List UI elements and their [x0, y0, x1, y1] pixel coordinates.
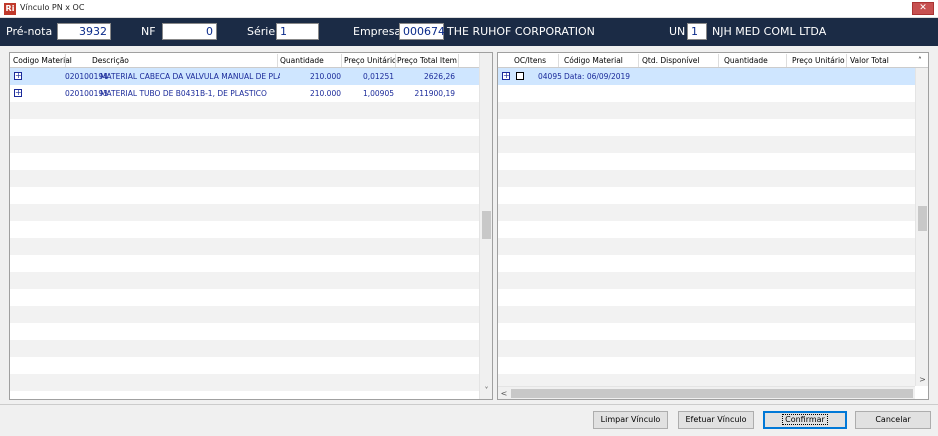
col-valor-total[interactable]: Valor Total: [850, 56, 889, 65]
prenota-label: Pré-nota: [6, 25, 53, 38]
right-grid-header: OC/Itens Código Material Qtd. Disponível…: [498, 53, 928, 68]
confirmar-button[interactable]: Confirmar: [763, 411, 847, 429]
empresa-code-field[interactable]: 000674: [399, 23, 445, 40]
table-row[interactable]: + 020100193 MATERIAL TUBO DE B0431B-1, D…: [10, 85, 479, 102]
header-bar: Pré-nota 3932 NF 0 Série 1 Empresa 00067…: [0, 18, 938, 46]
col-qtd-disponivel[interactable]: Qtd. Disponível: [642, 56, 699, 65]
left-grid-header: Codigo Material Descrição Quantidade Pre…: [10, 53, 492, 68]
row-quantity: 210.000: [309, 89, 341, 98]
expand-icon[interactable]: +: [14, 72, 22, 80]
col-preco-total[interactable]: Preço Total Item: [397, 56, 457, 65]
window-title: Vínculo PN x OC: [20, 3, 85, 12]
col-preco-unitario[interactable]: Preço Unitário: [344, 56, 397, 65]
row-quantity: 210.000: [309, 72, 341, 81]
row-date: Data: 06/09/2019: [564, 72, 631, 81]
row-description: MATERIAL TUBO DE B0431B-1, DE PLASTICO: [100, 89, 267, 98]
expand-icon[interactable]: +: [14, 89, 22, 97]
right-scroll-thumb[interactable]: [918, 206, 927, 231]
confirmar-label: Confirmar: [782, 414, 828, 425]
col-preco-unitario[interactable]: Preço Unitário: [792, 56, 845, 65]
left-vertical-scrollbar[interactable]: ˅: [479, 53, 492, 399]
un-label: UN: [669, 25, 686, 38]
expand-icon[interactable]: +: [502, 72, 510, 80]
right-horizontal-scrollbar[interactable]: <: [498, 386, 915, 399]
col-codigo-material[interactable]: Codigo Material: [13, 56, 72, 65]
left-grid[interactable]: Codigo Material Descrição Quantidade Pre…: [9, 52, 493, 400]
app-icon: Ri: [4, 3, 16, 15]
un-name: NJH MED COML LTDA: [712, 25, 827, 38]
limpar-vinculo-button[interactable]: Limpar Vínculo: [593, 411, 668, 429]
right-grid-rows: + 04095 Data: 06/09/2019: [498, 68, 915, 391]
title-bar: Ri Vínculo PN x OC ✕: [0, 0, 938, 18]
row-unit-price: 0,01251: [362, 72, 394, 81]
col-oc-itens[interactable]: OC/Itens: [514, 56, 546, 65]
empresa-label: Empresa: [353, 25, 402, 38]
scroll-up-icon[interactable]: ˄: [918, 56, 922, 65]
col-codigo-material[interactable]: Código Material: [564, 56, 623, 65]
right-vertical-scrollbar[interactable]: >: [915, 68, 928, 386]
row-unit-price: 1,00905: [362, 89, 394, 98]
footer-divider: [0, 404, 938, 405]
right-grid[interactable]: OC/Itens Código Material Qtd. Disponível…: [497, 52, 929, 400]
left-scroll-thumb[interactable]: [482, 211, 491, 239]
row-description: MATERIAL CABECA DA VALVULA MANUAL DE PLA…: [100, 72, 280, 81]
table-row[interactable]: + 04095 Data: 06/09/2019: [498, 68, 915, 85]
serie-label: Série: [247, 25, 276, 38]
row-total: 211900,19: [414, 89, 455, 98]
un-field[interactable]: 1: [687, 23, 707, 40]
row-checkbox[interactable]: [516, 72, 524, 80]
col-quantidade[interactable]: Quantidade: [280, 56, 324, 65]
prenota-field[interactable]: 3932: [57, 23, 111, 40]
row-oc-number: 04095: [538, 72, 562, 81]
left-grid-rows: + 020100194 MATERIAL CABECA DA VALVULA M…: [10, 68, 479, 399]
scroll-right-icon[interactable]: >: [916, 374, 928, 386]
scroll-down-icon[interactable]: ˅: [480, 385, 492, 397]
table-row[interactable]: + 020100194 MATERIAL CABECA DA VALVULA M…: [10, 68, 479, 85]
cancelar-button[interactable]: Cancelar: [855, 411, 931, 429]
serie-field[interactable]: 1: [276, 23, 319, 40]
nf-field[interactable]: 0: [162, 23, 217, 40]
efetuar-vinculo-button[interactable]: Efetuar Vínculo: [678, 411, 754, 429]
col-quantidade[interactable]: Quantidade: [724, 56, 768, 65]
row-total: 2626,26: [423, 72, 455, 81]
nf-label: NF: [141, 25, 156, 38]
scroll-left-icon[interactable]: <: [498, 387, 510, 399]
empresa-name: THE RUHOF CORPORATION: [447, 25, 595, 38]
right-hscroll-thumb[interactable]: [511, 389, 913, 398]
close-button[interactable]: ✕: [912, 2, 934, 15]
col-descricao[interactable]: Descrição: [92, 56, 129, 65]
